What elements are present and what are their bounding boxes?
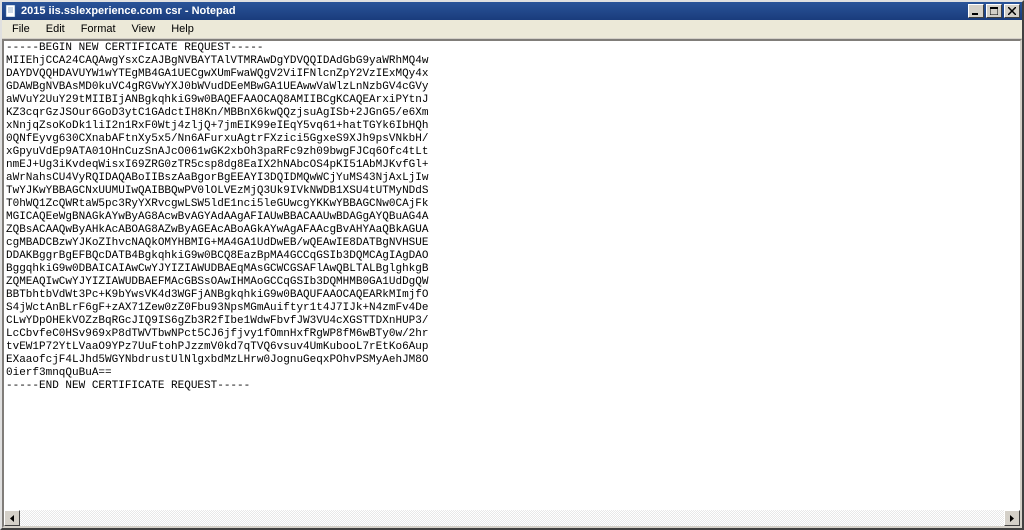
notepad-icon	[4, 4, 18, 18]
menu-file[interactable]: File	[4, 21, 38, 37]
menu-help[interactable]: Help	[163, 21, 202, 37]
menu-view[interactable]: View	[124, 21, 164, 37]
window-title: 2015 iis.sslexperience.com csr - Notepad	[21, 5, 966, 17]
notepad-window: 2015 iis.sslexperience.com csr - Notepad…	[0, 0, 1024, 530]
text-editor[interactable]: -----BEGIN NEW CERTIFICATE REQUEST----- …	[4, 41, 1020, 394]
titlebar[interactable]: 2015 iis.sslexperience.com csr - Notepad	[2, 2, 1022, 20]
window-controls	[966, 4, 1020, 18]
text-area-container: -----BEGIN NEW CERTIFICATE REQUEST----- …	[2, 39, 1022, 528]
horizontal-scrollbar[interactable]	[4, 510, 1020, 526]
close-button[interactable]	[1004, 4, 1020, 18]
maximize-button[interactable]	[986, 4, 1002, 18]
scroll-right-button[interactable]	[1004, 510, 1020, 526]
minimize-button[interactable]	[968, 4, 984, 18]
scroll-left-button[interactable]	[4, 510, 20, 526]
menu-edit[interactable]: Edit	[38, 21, 73, 37]
menubar: File Edit Format View Help	[2, 20, 1022, 39]
menu-format[interactable]: Format	[73, 21, 124, 37]
scroll-track[interactable]	[20, 510, 1004, 526]
